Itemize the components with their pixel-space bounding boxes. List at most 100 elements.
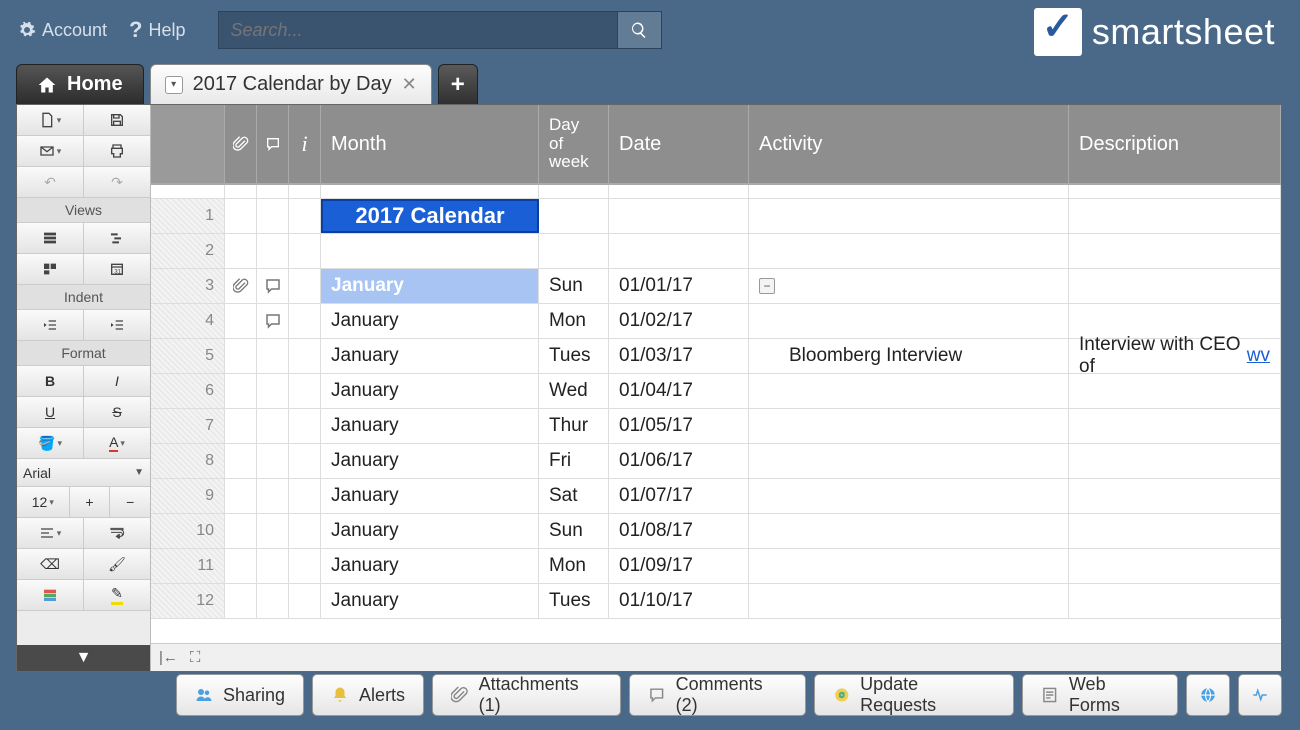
tab-sheet[interactable]: ▾ 2017 Calendar by Day ✕ xyxy=(150,64,432,104)
cell-date[interactable]: 01/04/17 xyxy=(609,374,749,408)
row-number[interactable]: 2 xyxy=(151,234,225,268)
attachments-tab[interactable]: Attachments (1) xyxy=(432,674,621,716)
table-row[interactable]: 11JanuaryMon01/09/17 xyxy=(151,549,1281,584)
cell-dow[interactable]: Sat xyxy=(539,479,609,513)
cell-activity[interactable] xyxy=(749,514,1069,548)
col-comment[interactable] xyxy=(257,105,289,183)
collapse-icon[interactable]: − xyxy=(759,278,775,294)
cell-description[interactable] xyxy=(1069,549,1281,583)
cell-activity[interactable] xyxy=(749,304,1069,338)
cell-attachment[interactable] xyxy=(225,584,257,618)
cell-attachment[interactable] xyxy=(225,479,257,513)
cell-comment[interactable] xyxy=(257,374,289,408)
cell-description[interactable]: Interview with CEO of wv xyxy=(1069,339,1281,373)
tab-expand-icon[interactable]: ▾ xyxy=(165,76,183,94)
cell-month[interactable]: January xyxy=(321,304,539,338)
calendar-view-button[interactable]: 31 xyxy=(84,254,150,284)
italic-button[interactable]: I xyxy=(84,366,150,396)
cell-comment[interactable] xyxy=(257,234,289,268)
redo-button[interactable]: ↷ xyxy=(84,167,150,197)
alerts-tab[interactable]: Alerts xyxy=(312,674,424,716)
card-view-button[interactable] xyxy=(17,254,84,284)
row-number[interactable]: 5 xyxy=(151,339,225,373)
col-description[interactable]: Description xyxy=(1069,105,1281,183)
cell-activity[interactable] xyxy=(749,374,1069,408)
save-button[interactable] xyxy=(84,105,150,135)
cell-attachment[interactable] xyxy=(225,409,257,443)
cell-comment[interactable] xyxy=(257,444,289,478)
scroll-start-icon[interactable]: |← xyxy=(159,649,178,666)
cell-month[interactable]: January xyxy=(321,549,539,583)
cell-comment[interactable] xyxy=(257,549,289,583)
table-row[interactable]: 12017 Calendar xyxy=(151,199,1281,234)
fullscreen-icon[interactable]: ⛶ xyxy=(190,649,201,666)
cell-dow[interactable]: Fri xyxy=(539,444,609,478)
cell-month[interactable]: January xyxy=(321,374,539,408)
format-painter-button[interactable]: 🖌 xyxy=(84,549,150,579)
table-row[interactable]: 9JanuarySat01/07/17 xyxy=(151,479,1281,514)
cell-dow[interactable]: Tues xyxy=(539,339,609,373)
cell-info[interactable] xyxy=(289,584,321,618)
cell-info[interactable] xyxy=(289,549,321,583)
col-attachment[interactable] xyxy=(225,105,257,183)
cell-dow[interactable]: Mon xyxy=(539,304,609,338)
table-row[interactable]: 12JanuaryTues01/10/17 xyxy=(151,584,1281,619)
strike-button[interactable]: S xyxy=(84,397,150,427)
cell-activity[interactable] xyxy=(749,549,1069,583)
row-number[interactable]: 1 xyxy=(151,199,225,233)
cell-date[interactable]: 01/09/17 xyxy=(609,549,749,583)
cell-attachment[interactable] xyxy=(225,514,257,548)
tab-add[interactable]: + xyxy=(438,64,478,104)
row-number[interactable]: 9 xyxy=(151,479,225,513)
cell-description[interactable] xyxy=(1069,304,1281,338)
cell-activity[interactable]: − xyxy=(749,269,1069,303)
cell-date[interactable]: 01/08/17 xyxy=(609,514,749,548)
col-dow[interactable]: Day of week xyxy=(539,105,609,183)
cell-month[interactable]: January xyxy=(321,514,539,548)
cell-activity[interactable] xyxy=(749,409,1069,443)
underline-button[interactable]: U xyxy=(17,397,84,427)
cell-attachment[interactable] xyxy=(225,374,257,408)
cell-comment[interactable] xyxy=(257,269,289,303)
table-row[interactable]: 2 xyxy=(151,234,1281,269)
cell-month[interactable]: January xyxy=(321,339,539,373)
cell-comment[interactable] xyxy=(257,339,289,373)
cell-info[interactable] xyxy=(289,514,321,548)
cell-dow[interactable]: Sun xyxy=(539,269,609,303)
link[interactable]: wv xyxy=(1247,345,1270,367)
cell-info[interactable] xyxy=(289,199,321,233)
comments-tab[interactable]: Comments (2) xyxy=(629,674,805,716)
table-row[interactable]: 6JanuaryWed01/04/17 xyxy=(151,374,1281,409)
table-row[interactable]: 10JanuarySun01/08/17 xyxy=(151,514,1281,549)
cell-dow[interactable]: Mon xyxy=(539,549,609,583)
cell-dow[interactable] xyxy=(539,199,609,233)
cell-activity[interactable]: Bloomberg Interview xyxy=(749,339,1069,373)
new-sheet-button[interactable]: ▾ xyxy=(17,105,84,135)
cell-activity[interactable] xyxy=(749,234,1069,268)
outdent-button[interactable] xyxy=(17,310,84,340)
indent-button[interactable] xyxy=(84,310,150,340)
cell-description[interactable] xyxy=(1069,444,1281,478)
sidebar-expand[interactable]: ▼ xyxy=(17,645,150,671)
text-color-button[interactable]: A▾ xyxy=(84,428,150,458)
cell-attachment[interactable] xyxy=(225,269,257,303)
mail-button[interactable]: ▾ xyxy=(17,136,84,166)
cell-dow[interactable]: Thur xyxy=(539,409,609,443)
fill-color-button[interactable]: 🪣▾ xyxy=(17,428,84,458)
cell-description[interactable] xyxy=(1069,374,1281,408)
cell-date[interactable]: 01/05/17 xyxy=(609,409,749,443)
cell-month[interactable]: January xyxy=(321,479,539,513)
font-increase-button[interactable]: + xyxy=(70,487,111,517)
cell-info[interactable] xyxy=(289,444,321,478)
font-selector[interactable]: Arial▼ xyxy=(17,459,150,487)
cell-info[interactable] xyxy=(289,304,321,338)
col-date[interactable]: Date xyxy=(609,105,749,183)
cell-month[interactable]: January xyxy=(321,584,539,618)
cell-month[interactable]: January xyxy=(321,269,539,303)
bold-button[interactable]: B xyxy=(17,366,84,396)
tab-home[interactable]: Home xyxy=(16,64,144,104)
row-number[interactable]: 6 xyxy=(151,374,225,408)
row-number[interactable]: 12 xyxy=(151,584,225,618)
cell-comment[interactable] xyxy=(257,304,289,338)
print-button[interactable] xyxy=(84,136,150,166)
